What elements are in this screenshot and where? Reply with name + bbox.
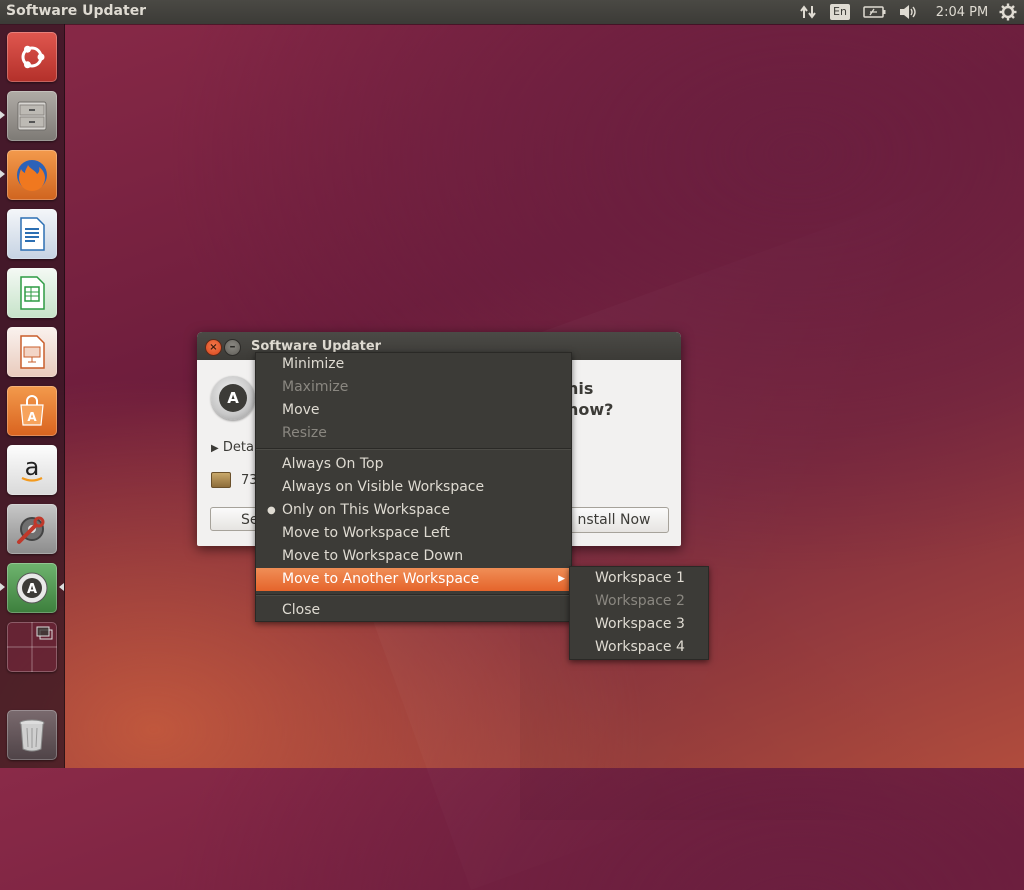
menu-item-maximize: Maximize: [256, 376, 571, 399]
calc-icon: [20, 276, 45, 310]
firefox-icon: [17, 160, 47, 191]
workspace-grid-icon: [7, 622, 57, 672]
menu-item-label: Only on This Workspace: [282, 502, 450, 518]
launcher-libreoffice-impress[interactable]: [7, 327, 57, 377]
menu-item-label: Maximize: [282, 379, 349, 395]
menu-item-label: Move to Another Workspace: [282, 571, 480, 587]
keyboard-language-indicator[interactable]: En: [829, 2, 851, 22]
chevron-right-icon: ▶: [558, 574, 565, 584]
launcher-libreoffice-calc[interactable]: [7, 268, 57, 318]
shopping-bag-icon: A: [20, 395, 44, 426]
top-panel: Software Updater En 2:04 PM: [0, 0, 1024, 24]
submenu-item-workspace-1[interactable]: Workspace 1: [570, 567, 708, 590]
dialog-heading: his now?: [567, 378, 613, 420]
focused-indicator: [59, 583, 64, 591]
svg-text:a: a: [25, 453, 40, 481]
launcher-workspace-switcher[interactable]: [7, 622, 57, 672]
menu-item-always-on-visible-workspace[interactable]: Always on Visible Workspace: [256, 476, 571, 499]
launcher-software-center[interactable]: A: [7, 386, 57, 436]
active-app-title: Software Updater: [6, 3, 147, 19]
menu-item-label: Workspace 1: [595, 570, 685, 586]
menu-item-label: Resize: [282, 425, 327, 441]
volume-icon[interactable]: [897, 2, 919, 22]
submenu-item-workspace-3[interactable]: Workspace 3: [570, 613, 708, 636]
running-indicator: [0, 170, 5, 178]
heading-line: now?: [567, 400, 614, 419]
radio-bullet-icon: ●: [267, 505, 276, 516]
gear-icon[interactable]: [998, 2, 1018, 22]
clock[interactable]: 2:04 PM: [934, 2, 990, 22]
details-label: Deta: [222, 440, 254, 455]
menu-item-move[interactable]: Move: [256, 399, 571, 422]
heading-line: his: [567, 379, 594, 398]
running-indicator: [0, 583, 5, 591]
menu-separator: [256, 594, 571, 596]
language-label: En: [830, 4, 850, 20]
menu-item-label: Close: [282, 602, 321, 618]
workspace-submenu: Workspace 1 Workspace 2 Workspace 3 Work…: [569, 566, 709, 660]
menu-item-move-to-workspace-down[interactable]: Move to Workspace Down: [256, 545, 571, 568]
menu-separator: [256, 448, 571, 450]
minimize-icon[interactable]: –: [224, 339, 241, 356]
menu-item-label: Move: [282, 402, 320, 418]
menu-item-minimize[interactable]: Minimize: [256, 353, 571, 376]
svg-text:A: A: [27, 582, 37, 597]
menu-item-only-on-this-workspace[interactable]: ● Only on This Workspace: [256, 499, 571, 522]
writer-icon: [20, 217, 45, 251]
menu-item-label: Minimize: [282, 356, 345, 372]
menu-item-move-to-workspace-left[interactable]: Move to Workspace Left: [256, 522, 571, 545]
submenu-item-workspace-2: Workspace 2: [570, 590, 708, 613]
menu-item-label: Workspace 4: [595, 639, 685, 655]
menu-item-label: Always On Top: [282, 456, 384, 472]
menu-item-label: Workspace 3: [595, 616, 685, 632]
window-context-menu: Minimize Maximize Move Resize Always On …: [255, 352, 572, 622]
svg-text:A: A: [27, 410, 37, 424]
menu-item-label: Always on Visible Workspace: [282, 479, 485, 495]
impress-icon: [20, 335, 45, 369]
amazon-icon: a: [21, 453, 43, 482]
trash-icon: [19, 719, 45, 752]
submenu-item-workspace-4[interactable]: Workspace 4: [570, 636, 708, 659]
battery-icon[interactable]: [862, 2, 888, 22]
close-icon[interactable]: ×: [205, 339, 222, 356]
launcher-dash-home[interactable]: [7, 32, 57, 82]
launcher-firefox[interactable]: [7, 150, 57, 200]
file-cabinet-icon: [17, 101, 47, 131]
download-size: 73: [211, 472, 258, 488]
launcher-amazon[interactable]: a: [7, 445, 57, 495]
launcher-libreoffice-writer[interactable]: [7, 209, 57, 259]
details-expander[interactable]: ▶ Deta: [211, 440, 254, 455]
triangle-right-icon: ▶: [211, 443, 219, 454]
network-icon[interactable]: [798, 2, 818, 22]
updater-icon: A: [211, 376, 255, 420]
wrench-gear-icon: [17, 516, 45, 544]
menu-item-label: Move to Workspace Left: [282, 525, 450, 541]
updater-icon: A: [16, 572, 48, 604]
menu-item-always-on-top[interactable]: Always On Top: [256, 453, 571, 476]
menu-item-resize: Resize: [256, 422, 571, 445]
launcher-trash[interactable]: [7, 710, 57, 760]
menu-item-label: Workspace 2: [595, 593, 685, 609]
running-indicator: [0, 111, 5, 119]
launcher-software-updater[interactable]: A: [7, 563, 57, 613]
menu-item-move-to-another-workspace[interactable]: Move to Another Workspace ▶: [256, 568, 571, 591]
ubuntu-logo-icon: [21, 45, 45, 69]
package-icon: [211, 472, 231, 488]
launcher-system-settings[interactable]: [7, 504, 57, 554]
menu-item-label: Move to Workspace Down: [282, 548, 464, 564]
launcher: A a A: [0, 24, 65, 768]
menu-item-close[interactable]: Close: [256, 599, 571, 622]
install-now-button[interactable]: nstall Now: [559, 507, 669, 533]
launcher-files[interactable]: [7, 91, 57, 141]
